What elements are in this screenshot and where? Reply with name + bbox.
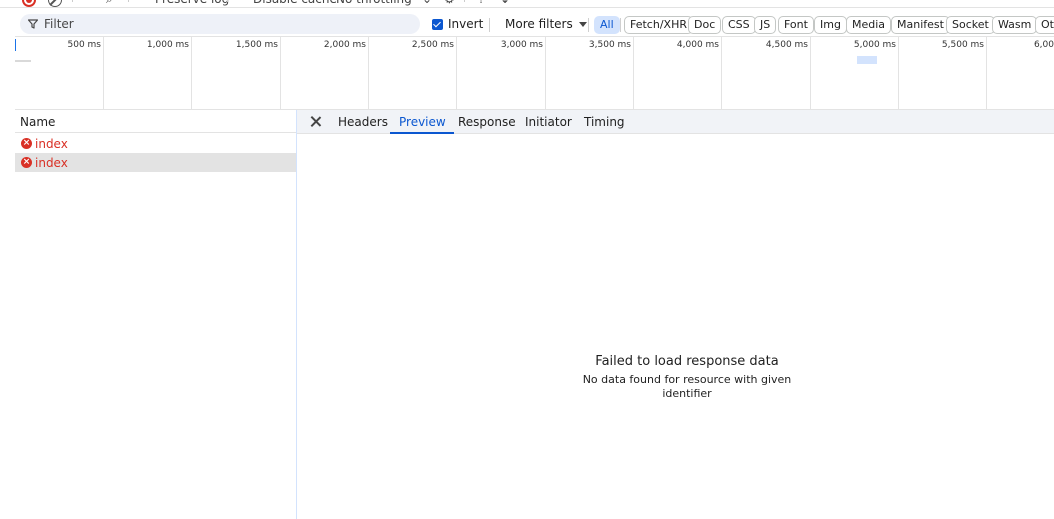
timeline-tick-label: 2,000 ms: [323, 40, 366, 50]
timeline-tick-label: 500 ms: [67, 40, 102, 50]
timeline-request-bar: [857, 56, 877, 64]
filter-chip-all[interactable]: All: [594, 16, 620, 34]
export-har-icon[interactable]: ⇣: [500, 0, 510, 8]
timeline-tick-label: 3,500 ms: [588, 40, 631, 50]
search-icon[interactable]: ⌕: [106, 0, 113, 8]
filter-chip-other[interactable]: Ot: [1035, 16, 1054, 34]
toolbar-divider: [464, 0, 465, 2]
error-icon: ×: [21, 157, 32, 168]
request-name: index: [35, 156, 68, 170]
filter-chip-media[interactable]: Media: [846, 16, 892, 34]
filter-chip-fetch-xhr[interactable]: Fetch/XHR: [624, 16, 693, 34]
toolbar-divider: [227, 0, 228, 2]
close-icon[interactable]: [309, 115, 322, 128]
requests-panel: Name × index × index: [15, 110, 297, 519]
record-icon[interactable]: [22, 0, 36, 7]
tab-initiator[interactable]: Initiator: [525, 110, 572, 134]
disable-cache-label: Disable cache: [253, 0, 337, 8]
name-column-label: Name: [20, 115, 56, 129]
timeline-tick-label: 6,00: [1033, 40, 1054, 50]
timeline-tick-label: 5,500 ms: [941, 40, 984, 50]
filter-toggle-icon[interactable]: ⫶: [84, 0, 87, 8]
timeline-tick-label: 2,500 ms: [411, 40, 454, 50]
request-row[interactable]: × index: [15, 134, 296, 153]
timeline-column: 1,000 ms: [104, 37, 192, 109]
tab-timing[interactable]: Timing: [584, 110, 625, 134]
timeline-column: 2,500 ms: [369, 37, 457, 109]
timeline-column: 500 ms: [15, 37, 104, 109]
network-toolbar: ⫶ ⌕ Preserve log Disable cache No thrott…: [0, 0, 1054, 8]
more-filters-dropdown[interactable]: More filters: [505, 17, 587, 31]
timeline-tick-label: 1,000 ms: [146, 40, 189, 50]
filter-chip-js[interactable]: JS: [754, 16, 777, 34]
throttling-select[interactable]: No throttling: [336, 0, 412, 8]
timeline-tick-label: 3,000 ms: [500, 40, 543, 50]
request-row[interactable]: × index: [15, 153, 296, 172]
filter-chip-img[interactable]: Img: [814, 16, 847, 34]
caret-down-icon: [578, 22, 587, 27]
timeline-overview[interactable]: 500 ms 1,000 ms 1,500 ms 2,000 ms 2,500 …: [15, 36, 1054, 110]
filter-chip-css[interactable]: CSS: [722, 16, 756, 34]
timeline-tick-label: 5,000 ms: [853, 40, 896, 50]
timeline-column: 1,500 ms: [192, 37, 281, 109]
network-settings-icon[interactable]: ⚙: [444, 0, 455, 8]
timeline-tick-label: 1,500 ms: [235, 40, 278, 50]
filter-chip-font[interactable]: Font: [778, 16, 814, 34]
request-name: index: [35, 137, 68, 151]
timeline-column: 4,000 ms: [634, 37, 722, 109]
invert-label: Invert: [448, 17, 484, 31]
empty-state-title: Failed to load response data: [595, 354, 779, 369]
filter-chip-doc[interactable]: Doc: [688, 16, 722, 34]
filter-divider: [620, 18, 621, 32]
filter-placeholder: Filter: [44, 17, 74, 31]
filter-funnel-icon: [28, 19, 38, 29]
filter-bar: Filter Invert More filters All Fetch/XHR…: [0, 12, 1054, 36]
timeline-column: 5,500 ms: [899, 37, 987, 109]
filter-chip-manifest[interactable]: Manifest: [891, 16, 950, 34]
filter-divider: [588, 18, 589, 32]
clear-icon[interactable]: [48, 0, 62, 7]
invert-checkbox[interactable]: [432, 19, 443, 30]
import-har-icon[interactable]: ⇡: [476, 0, 486, 8]
timeline-request-bar: [15, 60, 31, 62]
timeline-column: 2,000 ms: [281, 37, 369, 109]
chevron-down-icon[interactable]: ⌄: [422, 0, 432, 8]
more-filters-label: More filters: [505, 17, 573, 31]
toolbar-divider: [72, 0, 73, 2]
preserve-log-label: Preserve log: [155, 0, 229, 8]
timeline-column: 5,000 ms: [811, 37, 899, 109]
tab-preview[interactable]: Preview: [390, 110, 454, 134]
filter-chip-wasm[interactable]: Wasm: [992, 16, 1038, 34]
filter-chip-socket[interactable]: Socket: [946, 16, 995, 34]
tab-response[interactable]: Response: [458, 110, 516, 134]
filter-divider: [489, 18, 490, 32]
request-details-panel: Headers Preview Response Initiator Timin…: [297, 110, 1054, 519]
toolbar-divider: [128, 0, 129, 2]
empty-state-message: No data found for resource with given id…: [582, 373, 792, 400]
timeline-column: 6,00: [987, 37, 1054, 109]
timeline-column: 4,500 ms: [722, 37, 811, 109]
tab-headers[interactable]: Headers: [338, 110, 388, 134]
preview-empty-state: Failed to load response data No data fou…: [577, 354, 797, 401]
error-icon: ×: [21, 138, 32, 149]
name-column-header[interactable]: Name: [15, 110, 296, 133]
filter-input[interactable]: Filter: [20, 14, 420, 34]
timeline-tick-label: 4,000 ms: [676, 40, 719, 50]
timeline-column: 3,000 ms: [457, 37, 546, 109]
timeline-column: 3,500 ms: [546, 37, 634, 109]
timeline-tick-label: 4,500 ms: [765, 40, 808, 50]
details-tab-bar: Headers Preview Response Initiator Timin…: [297, 110, 1054, 134]
